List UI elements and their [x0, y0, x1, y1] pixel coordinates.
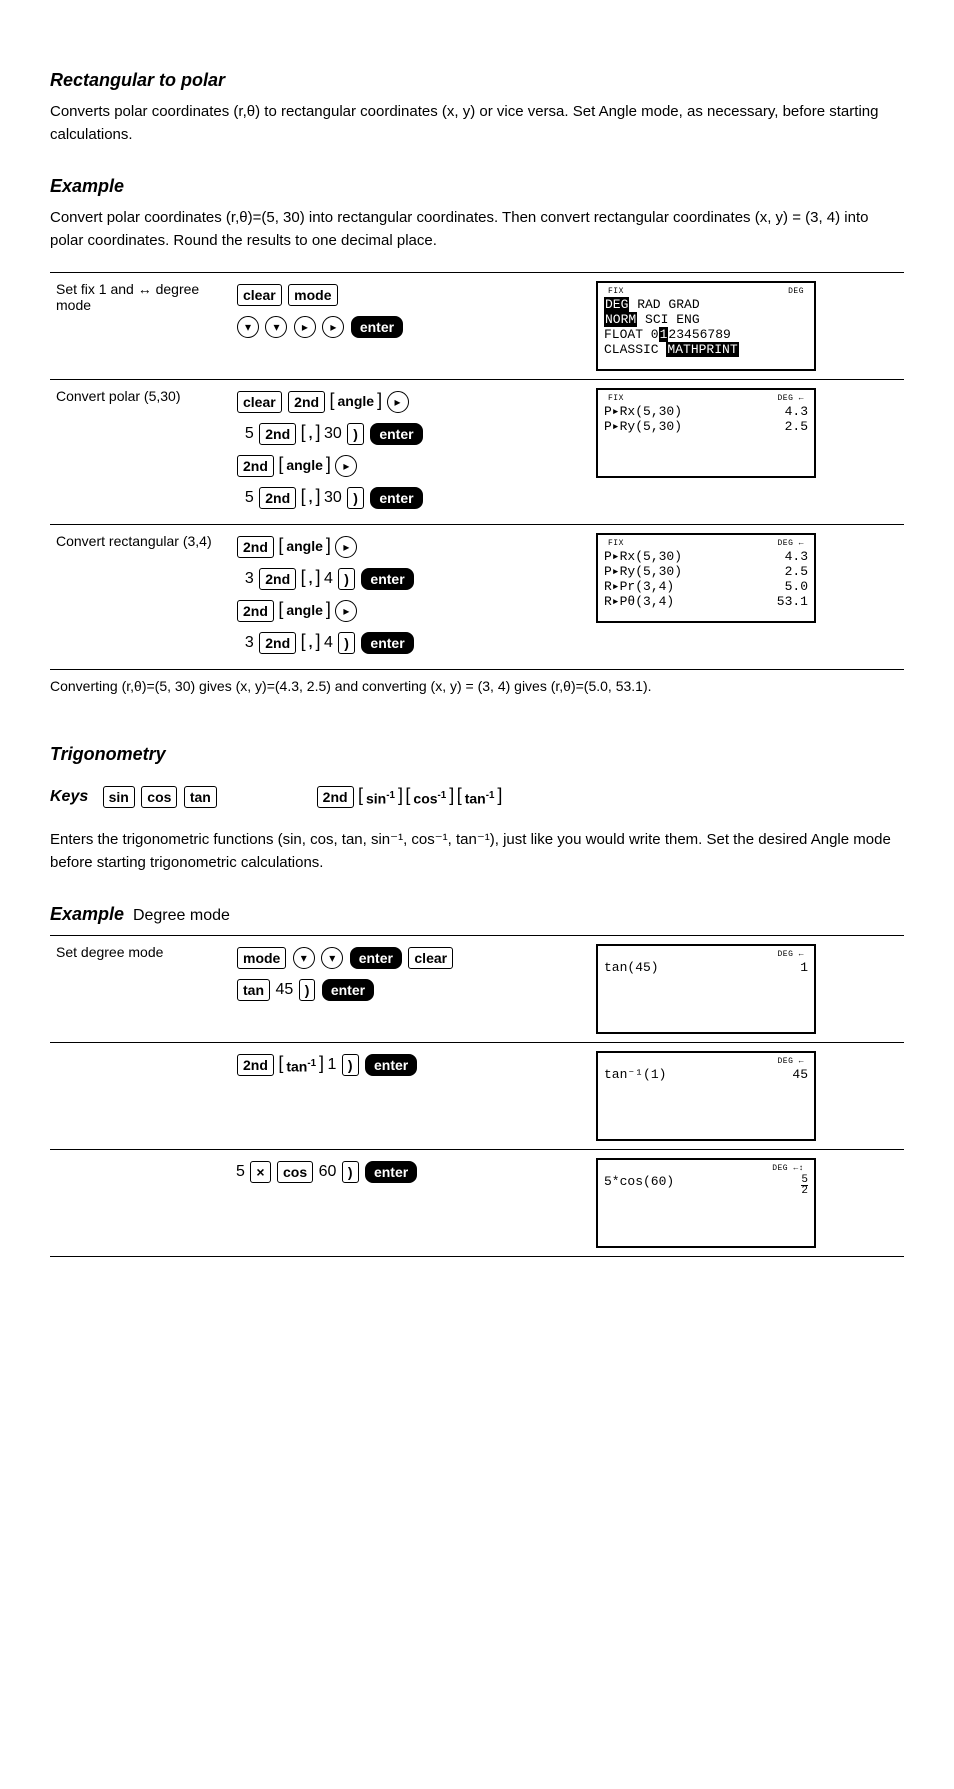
second-key[interactable]: 2nd: [237, 455, 274, 477]
rparen-key[interactable]: ): [338, 632, 355, 654]
calc-screen-mode: FIXDEG DEG RAD GRAD NORM SCI ENG FLOAT 0…: [596, 281, 816, 371]
table-row: Convert polar (5,30) clear 2nd angle ▸ 5…: [50, 380, 904, 525]
calc-screen-polar1: FIXDEG ← P▸Rx(5,30)4.3 P▸Ry(5,30)2.5: [596, 388, 816, 478]
sec1-title: Rectangular to polar: [50, 70, 225, 90]
second-key[interactable]: 2nd: [259, 568, 296, 590]
right-arrow-key[interactable]: ▸: [387, 391, 409, 413]
sec1-example-label: Example: [50, 176, 904, 197]
angle-key[interactable]: angle: [280, 600, 329, 622]
rparen-key[interactable]: ): [347, 487, 364, 509]
rparen-key[interactable]: ): [347, 423, 364, 445]
clear-key[interactable]: clear: [237, 284, 282, 306]
sec2-table: Set degree mode mode ▾ ▾ enter clear tan…: [50, 935, 904, 1257]
tan-key[interactable]: tan: [184, 786, 217, 808]
down-arrow-key[interactable]: ▾: [293, 947, 315, 969]
angle-key[interactable]: angle: [332, 391, 381, 413]
calc-screen-trig3: DEG ←↕ 5*cos(60) 5 2: [596, 1158, 816, 1248]
right-arrow-key[interactable]: ▸: [294, 316, 316, 338]
sec1-note: Converting (r,θ)=(5, 30) gives (x, y)=(4…: [50, 678, 904, 694]
angle-key[interactable]: angle: [280, 455, 329, 477]
angle-key[interactable]: angle: [280, 536, 329, 558]
rparen-key[interactable]: ): [342, 1054, 359, 1076]
sec2-header: Trigonometry: [50, 744, 904, 765]
table-row: 2nd tan-1 1 ) enter DEG ← tan⁻¹(1)45: [50, 1043, 904, 1150]
right-arrow-key[interactable]: ▸: [322, 316, 344, 338]
enter-key[interactable]: enter: [322, 979, 374, 1001]
acos-key[interactable]: cos-1: [407, 786, 452, 808]
enter-key[interactable]: enter: [365, 1161, 417, 1183]
down-arrow-key[interactable]: ▾: [321, 947, 343, 969]
second-key[interactable]: 2nd: [259, 632, 296, 654]
calc-screen-trig1: DEG ← tan(45)1: [596, 944, 816, 1034]
cos-key[interactable]: cos: [277, 1161, 313, 1183]
table-row: Convert rectangular (3,4) 2nd angle ▸ 3 …: [50, 525, 904, 670]
down-arrow-key[interactable]: ▾: [237, 316, 259, 338]
enter-key[interactable]: enter: [370, 487, 422, 509]
second-key[interactable]: 2nd: [317, 786, 354, 808]
table-row: Set degree mode mode ▾ ▾ enter clear tan…: [50, 936, 904, 1043]
enter-key[interactable]: enter: [350, 947, 402, 969]
atan-key[interactable]: tan-1: [459, 786, 501, 808]
comma-key[interactable]: ,: [303, 487, 319, 509]
mode-key[interactable]: mode: [237, 947, 286, 969]
table-row: Set fix 1 and ↔ degree mode clear mode ▾…: [50, 273, 904, 380]
second-key[interactable]: 2nd: [237, 600, 274, 622]
multiply-key[interactable]: ×: [250, 1161, 270, 1183]
sec1-example-desc: Convert polar coordinates (r,θ)=(5, 30) …: [50, 207, 904, 252]
rparen-key[interactable]: ): [342, 1161, 359, 1183]
comma-key[interactable]: ,: [303, 423, 319, 445]
calc-screen-trig2: DEG ← tan⁻¹(1)45: [596, 1051, 816, 1141]
sin-key[interactable]: sin: [103, 786, 135, 808]
second-key[interactable]: 2nd: [259, 423, 296, 445]
comma-key[interactable]: ,: [303, 632, 319, 654]
enter-key[interactable]: enter: [351, 316, 403, 338]
enter-key[interactable]: enter: [365, 1054, 417, 1076]
enter-key[interactable]: enter: [370, 423, 422, 445]
sec1-header: Rectangular to polar: [50, 70, 904, 91]
tan-key[interactable]: tan: [237, 979, 270, 1001]
second-key[interactable]: 2nd: [288, 391, 325, 413]
atan-key[interactable]: tan-1: [280, 1054, 322, 1076]
mode-key[interactable]: mode: [288, 284, 337, 306]
asin-key[interactable]: sin-1: [360, 786, 401, 808]
second-key[interactable]: 2nd: [237, 536, 274, 558]
sec1-intro: Converts polar coordinates (r,θ) to rect…: [50, 101, 904, 146]
cos-key[interactable]: cos: [141, 786, 177, 808]
rparen-key[interactable]: ): [299, 979, 316, 1001]
sec2-desc: Enters the trigonometric functions (sin,…: [50, 829, 904, 874]
second-key[interactable]: 2nd: [259, 487, 296, 509]
right-arrow-key[interactable]: ▸: [335, 536, 357, 558]
calc-screen-polar2: FIXDEG ← P▸Rx(5,30)4.3 P▸Ry(5,30)2.5 R▸P…: [596, 533, 816, 623]
right-arrow-key[interactable]: ▸: [335, 455, 357, 477]
enter-key[interactable]: enter: [361, 632, 413, 654]
down-arrow-key[interactable]: ▾: [265, 316, 287, 338]
sec2-keys-row: Keys sin cos tan 2nd sin-1 cos-1 tan-1: [50, 785, 904, 809]
second-key[interactable]: 2nd: [237, 1054, 274, 1076]
rparen-key[interactable]: ): [338, 568, 355, 590]
sec2-example-label: Example Degree mode: [50, 904, 904, 925]
sec1-table: Set fix 1 and ↔ degree mode clear mode ▾…: [50, 272, 904, 670]
right-arrow-key[interactable]: ▸: [335, 600, 357, 622]
table-row: 5 × cos 60 ) enter DEG ←↕ 5*cos(60) 5 2: [50, 1150, 904, 1257]
comma-key[interactable]: ,: [303, 568, 319, 590]
clear-key[interactable]: clear: [237, 391, 282, 413]
fraction: 5 2: [801, 1175, 808, 1196]
clear-key[interactable]: clear: [408, 947, 453, 969]
enter-key[interactable]: enter: [361, 568, 413, 590]
